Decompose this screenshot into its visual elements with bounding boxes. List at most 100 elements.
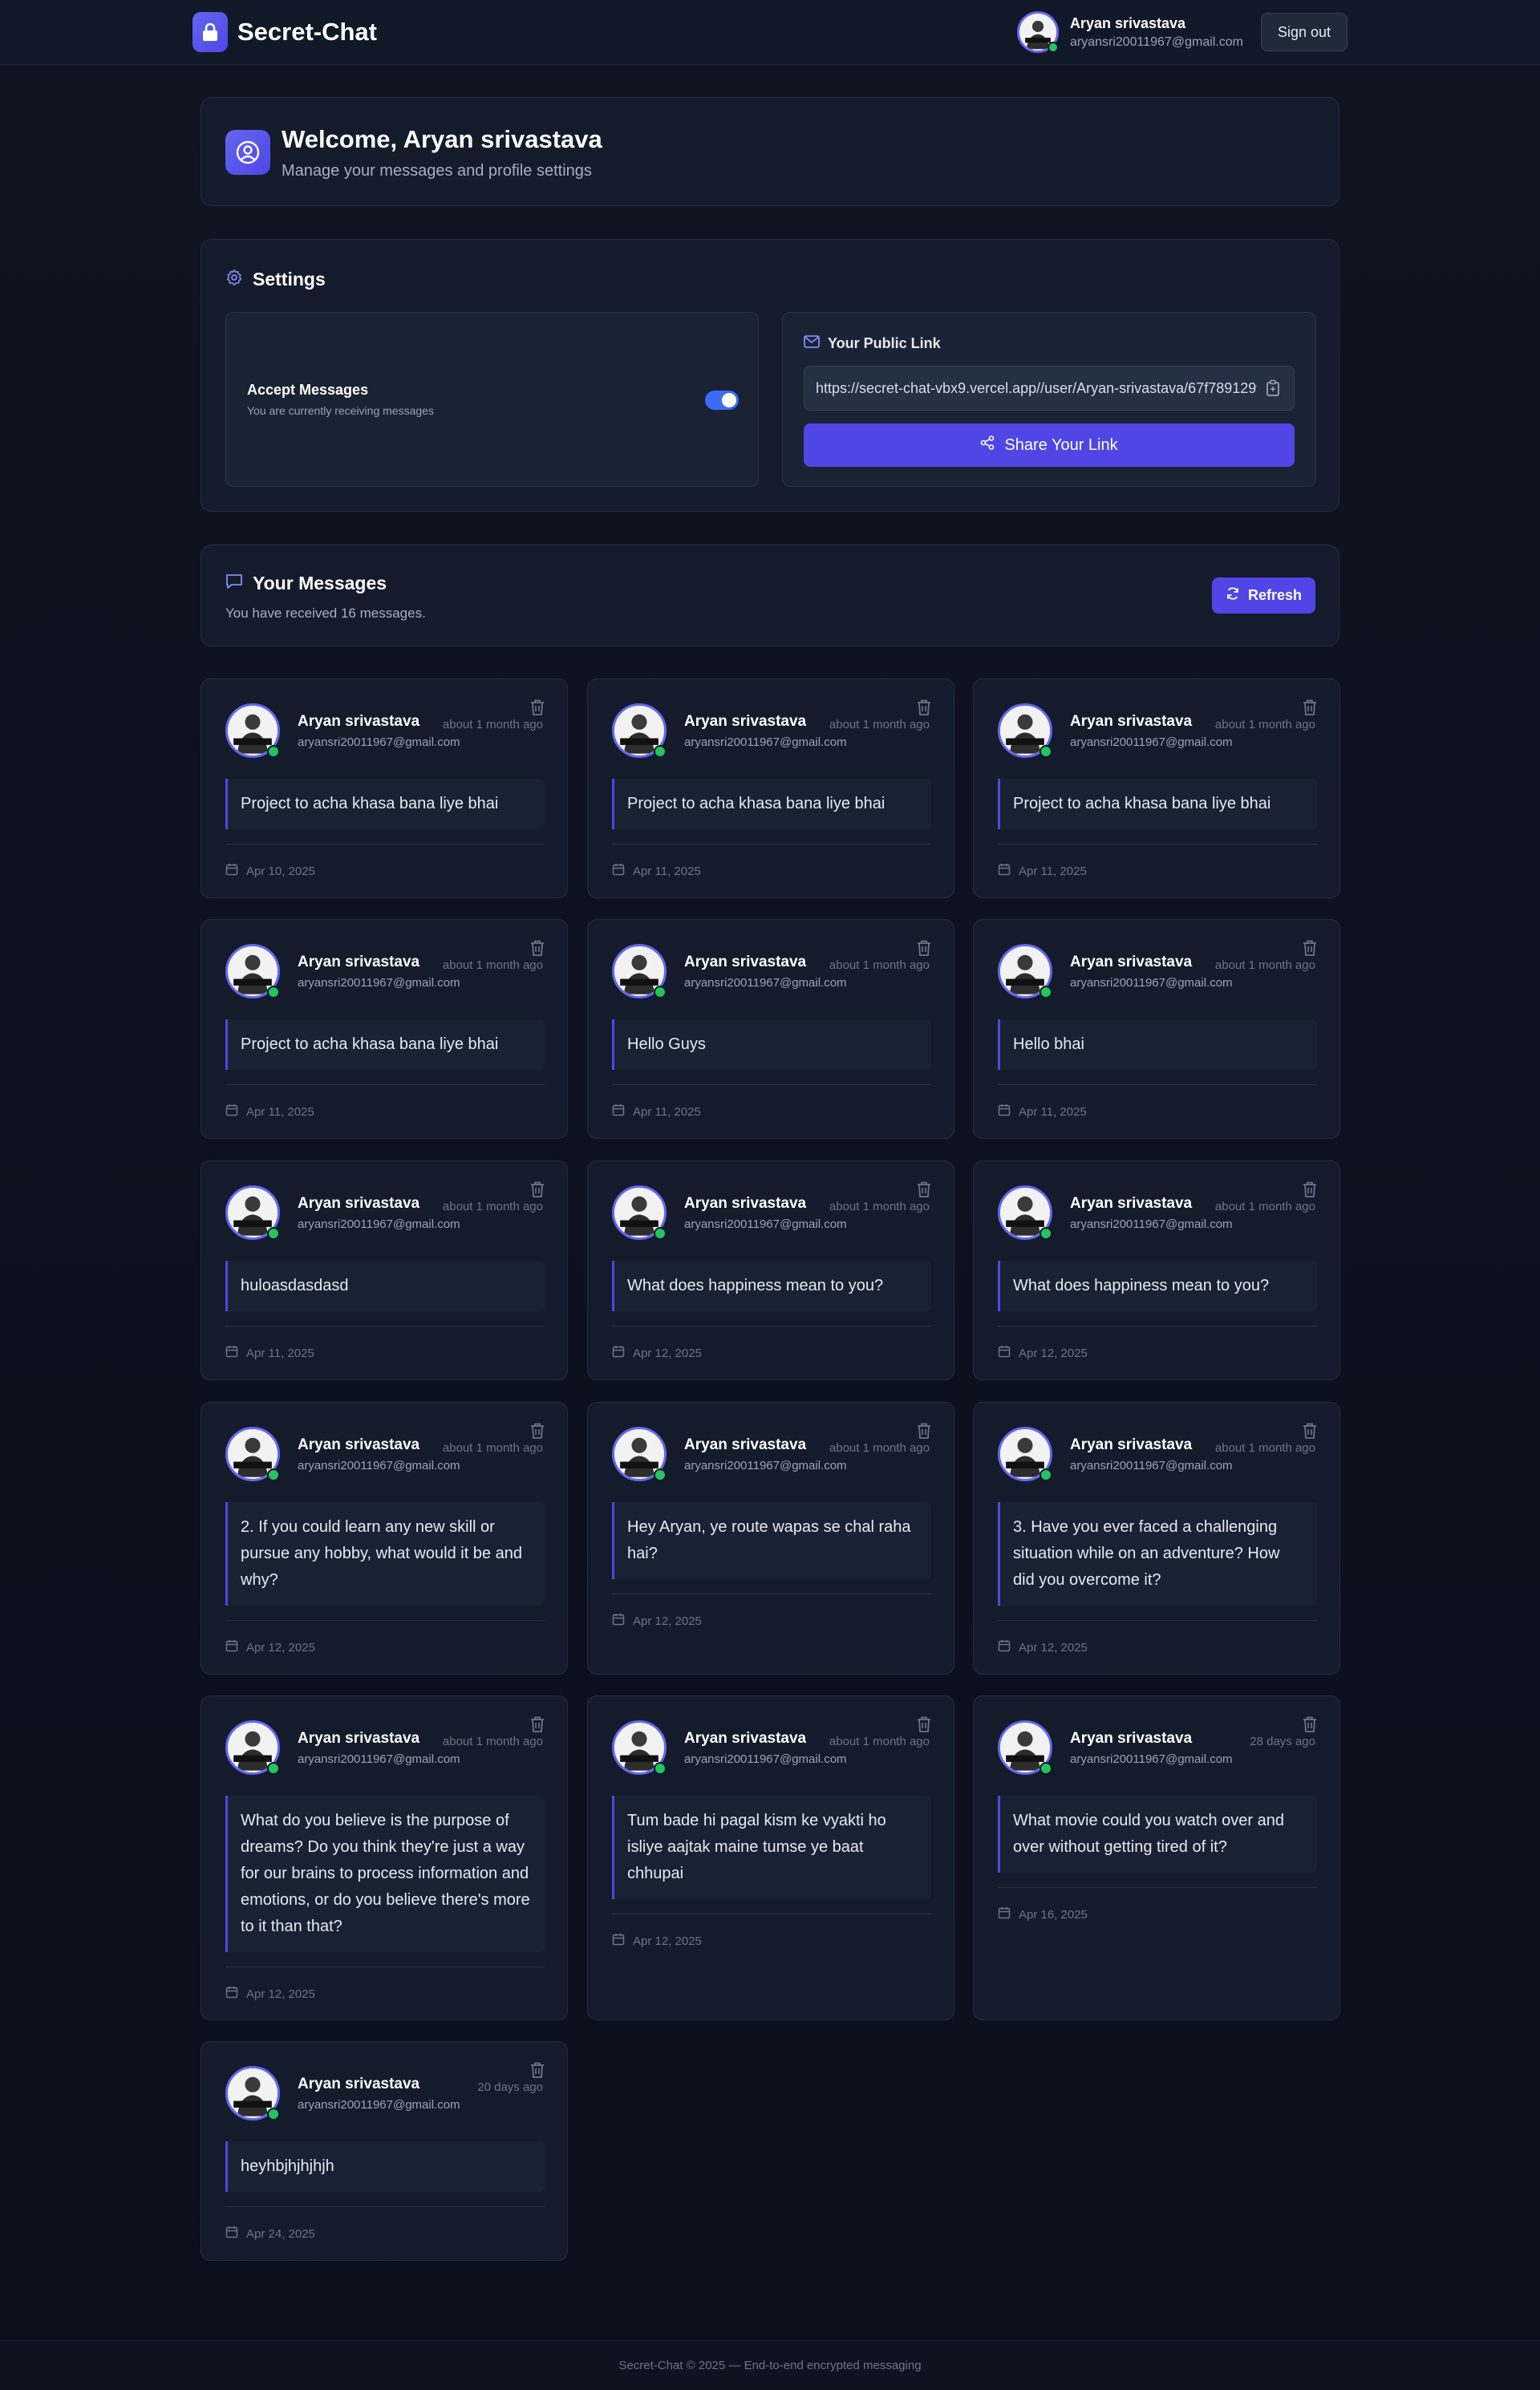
- message-card: Aryan srivastava aryansri20011967@gmail.c…: [587, 1161, 954, 1380]
- sender-name: Aryan srivastava: [298, 1436, 420, 1453]
- message-date: Apr 11, 2025: [225, 1345, 314, 1361]
- relative-time: about 1 month ago: [1214, 1441, 1315, 1455]
- trash-icon[interactable]: [527, 1420, 548, 1441]
- avatar: [998, 1427, 1052, 1481]
- sender-email: aryansri20011967@gmail.com: [298, 735, 460, 749]
- calendar-icon: [225, 2226, 238, 2242]
- message-date: Apr 11, 2025: [998, 863, 1087, 879]
- calendar-icon: [998, 863, 1011, 879]
- mail-icon: [804, 335, 820, 352]
- sender-name: Aryan srivastava: [684, 1436, 807, 1453]
- user-name: Aryan srivastava: [1069, 14, 1186, 31]
- trash-icon[interactable]: [1299, 697, 1320, 718]
- refresh-label: Refresh: [1247, 587, 1303, 603]
- footer: Secret-Chat © 2025 — End-to-end encrypte…: [0, 2340, 1540, 2390]
- message-date: Apr 12, 2025: [612, 1345, 702, 1361]
- date-text: Apr 12, 2025: [633, 1346, 702, 1360]
- trash-icon[interactable]: [914, 1179, 934, 1200]
- refresh-button[interactable]: Refresh: [1212, 577, 1315, 614]
- message-text: 3. Have you ever faced a challenging sit…: [998, 1502, 1317, 1606]
- relative-time: about 1 month ago: [829, 1735, 930, 1748]
- message-date: Apr 24, 2025: [225, 2226, 315, 2242]
- calendar-icon: [225, 1104, 238, 1120]
- avatar: [612, 1427, 667, 1481]
- online-indicator: [654, 745, 667, 758]
- avatar: [225, 703, 280, 758]
- online-indicator: [654, 1762, 667, 1775]
- message-date: Apr 11, 2025: [225, 1104, 314, 1120]
- accept-messages-status: You are currently receiving messages: [247, 404, 434, 417]
- message-text: What does happiness mean to you?: [998, 1261, 1317, 1311]
- accept-messages-toggle[interactable]: [705, 391, 739, 410]
- divider: [998, 1620, 1317, 1621]
- divider: [225, 1326, 545, 1327]
- copy-icon[interactable]: [1263, 379, 1283, 398]
- message-card: Aryan srivastava aryansri20011967@gmail.c…: [201, 2041, 568, 2261]
- trash-icon[interactable]: [1299, 1420, 1320, 1441]
- gear-icon: [225, 269, 243, 290]
- trash-icon[interactable]: [527, 697, 548, 718]
- message-card: Aryan srivastava aryansri20011967@gmail.c…: [587, 1695, 954, 2020]
- sender-email: aryansri20011967@gmail.com: [684, 1752, 847, 1766]
- settings-panel: Settings Accept Messages You are current…: [201, 239, 1339, 512]
- avatar: [225, 944, 280, 999]
- sender-name: Aryan srivastava: [298, 2076, 420, 2092]
- message-text: Hello bhai: [998, 1019, 1317, 1070]
- trash-icon[interactable]: [914, 1420, 934, 1441]
- message-card: Aryan srivastava aryansri20011967@gmail.c…: [201, 1695, 568, 2020]
- user-area: Aryan srivastava aryansri20011967@gmail.…: [1016, 11, 1348, 53]
- refresh-icon: [1226, 586, 1240, 605]
- date-text: Apr 24, 2025: [246, 2226, 315, 2241]
- online-indicator: [267, 986, 280, 999]
- sender-email: aryansri20011967@gmail.com: [684, 1459, 847, 1472]
- avatar: [225, 1427, 280, 1481]
- online-indicator: [1040, 1227, 1052, 1240]
- sender-name: Aryan srivastava: [684, 1730, 807, 1747]
- message-text: Hey Aryan, ye route wapas se chal raha h…: [612, 1502, 931, 1579]
- lock-icon: [192, 12, 228, 52]
- accept-messages-label: Accept Messages: [247, 382, 369, 398]
- message-card: Aryan srivastava aryansri20011967@gmail.c…: [201, 679, 568, 898]
- online-indicator: [267, 745, 280, 758]
- brand-name: Secret-Chat: [237, 18, 377, 46]
- sender-name: Aryan srivastava: [298, 713, 420, 730]
- relative-time: about 1 month ago: [442, 958, 543, 972]
- calendar-icon: [998, 1345, 1011, 1361]
- message-card: Aryan srivastava aryansri20011967@gmail.c…: [973, 1161, 1340, 1380]
- online-indicator: [654, 1227, 667, 1240]
- trash-icon[interactable]: [1299, 938, 1320, 958]
- trash-icon[interactable]: [527, 938, 548, 958]
- message-date: Apr 12, 2025: [225, 1639, 315, 1655]
- message-date: Apr 12, 2025: [225, 1986, 315, 2002]
- trash-icon[interactable]: [1299, 1714, 1320, 1735]
- sender-name: Aryan srivastava: [684, 954, 807, 970]
- relative-time: 28 days ago: [1250, 1735, 1315, 1748]
- sender-email: aryansri20011967@gmail.com: [1070, 976, 1233, 990]
- messages-title: Your Messages: [253, 573, 387, 593]
- sign-out-button[interactable]: Sign out: [1261, 13, 1348, 51]
- avatar[interactable]: [1016, 11, 1059, 53]
- divider: [225, 844, 545, 845]
- trash-icon[interactable]: [914, 938, 934, 958]
- trash-icon[interactable]: [914, 1714, 934, 1735]
- trash-icon[interactable]: [1299, 1179, 1320, 1200]
- calendar-icon: [612, 863, 625, 879]
- avatar: [612, 1720, 667, 1775]
- online-indicator: [1040, 1762, 1052, 1775]
- trash-icon[interactable]: [914, 697, 934, 718]
- brand[interactable]: Secret-Chat: [192, 12, 377, 52]
- public-link-card: Your Public Link Share Your Link: [782, 312, 1316, 487]
- online-indicator: [267, 2108, 280, 2121]
- public-link-label: Your Public Link: [828, 335, 941, 351]
- sender-name: Aryan srivastava: [298, 954, 420, 970]
- share-link-button[interactable]: Share Your Link: [804, 423, 1295, 467]
- relative-time: about 1 month ago: [1214, 718, 1315, 731]
- trash-icon[interactable]: [527, 2060, 548, 2080]
- calendar-icon: [225, 863, 238, 879]
- sender-name: Aryan srivastava: [298, 1730, 420, 1747]
- relative-time: about 1 month ago: [829, 718, 930, 731]
- trash-icon[interactable]: [527, 1714, 548, 1735]
- calendar-icon: [225, 1986, 238, 2002]
- public-link-input[interactable]: [816, 367, 1257, 410]
- trash-icon[interactable]: [527, 1179, 548, 1200]
